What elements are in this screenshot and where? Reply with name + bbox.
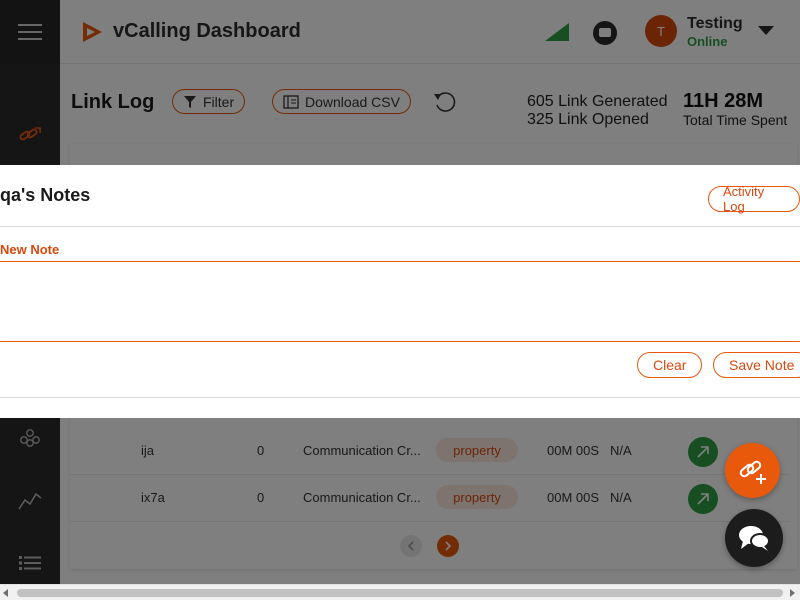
clear-button[interactable]: Clear — [637, 352, 703, 378]
support-chat-icon — [739, 526, 770, 551]
notes-modal: qa's Notes Activity Log New Note Clear S… — [0, 165, 800, 418]
support-chat-fab[interactable] — [725, 509, 783, 567]
scroll-right-icon[interactable] — [788, 588, 796, 598]
note-textarea[interactable] — [0, 261, 800, 342]
horizontal-scrollbar[interactable] — [0, 584, 800, 600]
create-link-fab[interactable] — [725, 443, 780, 498]
modal-title: qa's Notes — [0, 185, 91, 205]
scrollbar-thumb[interactable] — [17, 589, 783, 597]
modal-divider — [0, 397, 800, 398]
modal-divider — [0, 226, 800, 227]
add-link-icon — [739, 460, 766, 484]
save-note-button[interactable]: Save Note — [713, 352, 800, 378]
activity-log-button[interactable]: Activity Log — [708, 184, 800, 214]
scroll-left-icon[interactable] — [2, 588, 10, 598]
new-note-label: New Note — [0, 242, 60, 257]
